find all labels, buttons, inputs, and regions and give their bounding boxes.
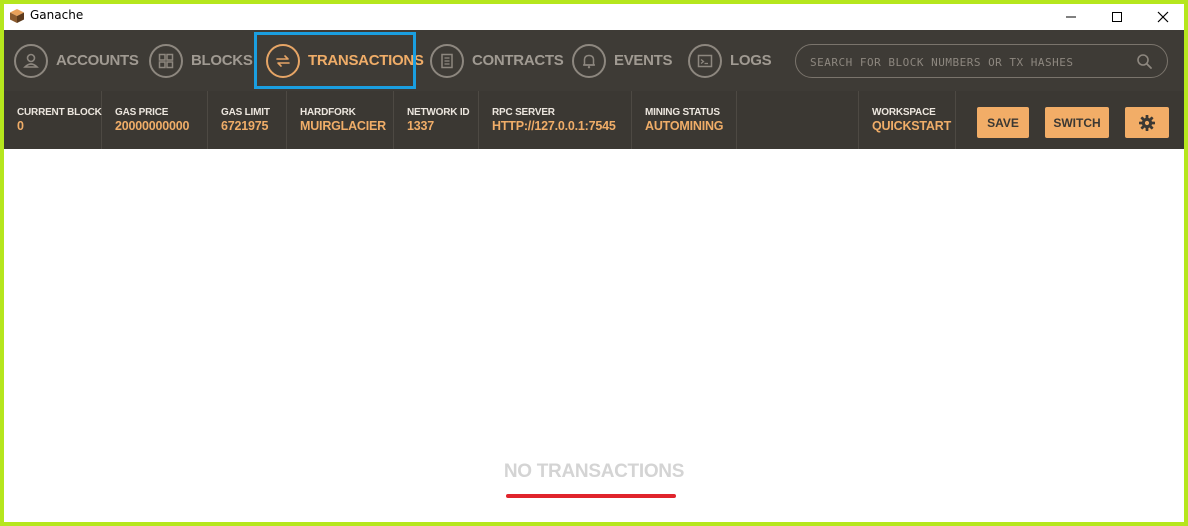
- tab-contracts[interactable]: CONTRACTS: [430, 30, 564, 91]
- gas-limit-label: GAS LIMIT: [221, 107, 270, 118]
- search-input[interactable]: [808, 45, 1132, 79]
- blocks-icon: [149, 43, 183, 78]
- maximize-icon: [1112, 12, 1122, 22]
- tab-accounts[interactable]: ACCOUNTS: [14, 30, 139, 91]
- gas-price-label: GAS PRICE: [115, 107, 169, 118]
- stat-gas-limit: GAS LIMIT 6721975: [208, 91, 287, 149]
- network-id-label: NETWORK ID: [407, 107, 470, 118]
- rpc-server-value: HTTP://127.0.0.1:7545: [492, 119, 616, 133]
- tab-accounts-label: ACCOUNTS: [56, 52, 139, 69]
- mining-status-value: AUTOMINING: [645, 119, 724, 133]
- minimize-icon: [1066, 16, 1076, 18]
- app-window: Ganache ACCOUNTS BLOCKS TRANSACTIONS CON…: [0, 0, 1188, 526]
- rpc-server-label: RPC SERVER: [492, 107, 555, 118]
- current-block-value: 0: [17, 119, 24, 133]
- stat-mining-status: MINING STATUS AUTOMINING: [632, 91, 737, 149]
- search-box: [795, 44, 1168, 79]
- window-title: Ganache: [30, 8, 84, 22]
- title-bar: Ganache: [4, 4, 1184, 30]
- close-button[interactable]: [1140, 4, 1186, 30]
- tab-blocks[interactable]: BLOCKS: [149, 30, 253, 91]
- stat-current-block: CURRENT BLOCK 0: [4, 91, 102, 149]
- tab-logs[interactable]: LOGS: [688, 30, 772, 91]
- maximize-button[interactable]: [1094, 4, 1140, 30]
- annotation-underline: [506, 494, 676, 498]
- stat-hardfork: HARDFORK MUIRGLACIER: [287, 91, 394, 149]
- tab-logs-label: LOGS: [730, 52, 772, 69]
- bell-icon: [572, 43, 606, 78]
- status-bar: CURRENT BLOCK 0 GAS PRICE 20000000000 GA…: [4, 91, 1184, 149]
- tab-contracts-label: CONTRACTS: [472, 52, 564, 69]
- stat-workspace: WORKSPACE QUICKSTART: [858, 91, 956, 149]
- gas-price-value: 20000000000: [115, 119, 190, 133]
- hardfork-value: MUIRGLACIER: [300, 119, 386, 133]
- tab-events-label: EVENTS: [614, 52, 673, 69]
- network-id-value: 1337: [407, 119, 435, 133]
- empty-state-message: NO TRANSACTIONS: [503, 461, 685, 482]
- search-icon[interactable]: [1136, 53, 1153, 70]
- switch-button[interactable]: SWITCH: [1045, 107, 1109, 138]
- tab-events[interactable]: EVENTS: [572, 30, 673, 91]
- tab-blocks-label: BLOCKS: [191, 52, 253, 69]
- active-tab-highlight: [254, 32, 416, 89]
- contracts-icon: [430, 43, 464, 78]
- gas-limit-value: 6721975: [221, 119, 269, 133]
- close-icon: [1157, 11, 1169, 23]
- stat-gas-price: GAS PRICE 20000000000: [102, 91, 208, 149]
- mining-status-label: MINING STATUS: [645, 107, 720, 118]
- workspace-value: QUICKSTART: [872, 119, 952, 133]
- settings-button[interactable]: [1125, 107, 1169, 138]
- save-button[interactable]: SAVE: [977, 107, 1029, 138]
- ganache-logo-icon: [10, 9, 24, 23]
- terminal-icon: [688, 43, 722, 78]
- transactions-content: NO TRANSACTIONS: [4, 149, 1184, 522]
- stat-network-id: NETWORK ID 1337: [394, 91, 479, 149]
- account-icon: [14, 43, 48, 78]
- workspace-label: WORKSPACE: [872, 107, 936, 118]
- top-nav: ACCOUNTS BLOCKS TRANSACTIONS CONTRACTS E…: [4, 30, 1184, 91]
- minimize-button[interactable]: [1048, 4, 1094, 30]
- gear-icon: [1139, 114, 1155, 131]
- current-block-label: CURRENT BLOCK: [17, 107, 102, 118]
- stat-rpc-server: RPC SERVER HTTP://127.0.0.1:7545: [479, 91, 632, 149]
- hardfork-label: HARDFORK: [300, 107, 356, 118]
